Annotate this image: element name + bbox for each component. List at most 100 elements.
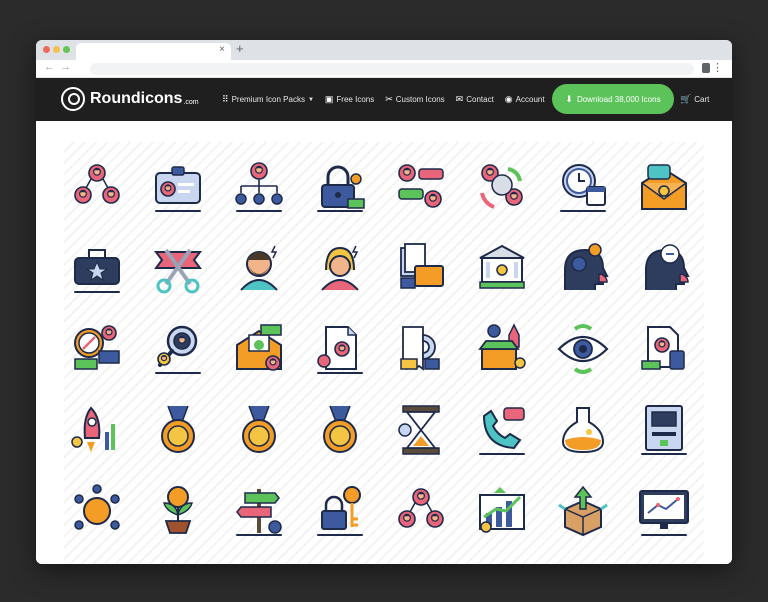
icon-artwork xyxy=(557,324,609,374)
head-gear-icon[interactable] xyxy=(555,240,611,296)
icon-artwork xyxy=(74,484,120,530)
nav-item-contact[interactable]: ✉ Contact xyxy=(456,94,494,105)
flask-icon[interactable] xyxy=(555,402,611,458)
minimize-window-button[interactable] xyxy=(53,46,60,53)
chevron-down-icon: ▼ xyxy=(307,96,314,103)
tab-close-icon[interactable]: × xyxy=(219,44,225,55)
signpost-icon[interactable] xyxy=(231,483,287,539)
icon-artwork xyxy=(321,245,359,291)
nav-label: Custom Icons xyxy=(395,95,445,104)
icon-artwork xyxy=(564,243,609,290)
icon-artwork xyxy=(323,405,357,453)
nav-item-custom-icons[interactable]: ✂ Custom Icons xyxy=(385,94,444,105)
id-card-icon[interactable] xyxy=(150,159,206,215)
page-content xyxy=(36,121,732,564)
documents-briefcase-icon[interactable] xyxy=(393,240,449,296)
document-location-icon[interactable] xyxy=(312,321,368,377)
download-icon: ⬇ xyxy=(565,93,573,104)
icon-artwork xyxy=(74,249,120,293)
user-circle-icon: ◉ xyxy=(504,94,513,104)
chat-people-icon[interactable] xyxy=(393,159,449,215)
growth-chart-icon[interactable] xyxy=(474,483,530,539)
icon-artwork xyxy=(641,405,687,455)
main-nav: ⠿ Premium Icon Packs ▼ ▣ Free Icons ✂ Custom I… xyxy=(222,78,556,121)
icon-artwork xyxy=(479,407,525,455)
envelope-letter-icon[interactable] xyxy=(636,159,692,215)
eye-recycle-icon[interactable] xyxy=(555,321,611,377)
icon-artwork xyxy=(480,164,523,209)
nav-label: Premium Icon Packs xyxy=(231,95,305,104)
padlock-coins-icon[interactable] xyxy=(312,159,368,215)
icon-artwork xyxy=(317,326,363,374)
icon-artwork xyxy=(235,162,283,212)
clock-calendar-icon[interactable] xyxy=(555,159,611,215)
lock-key-icon[interactable] xyxy=(312,483,368,539)
icon-artwork xyxy=(154,248,202,294)
receipt-magnet-icon[interactable] xyxy=(393,321,449,377)
monitor-graph-icon[interactable] xyxy=(636,483,692,539)
shop-rocket-icon[interactable] xyxy=(474,321,530,377)
browser-menu-icon[interactable]: ⋮ xyxy=(712,61,723,74)
document-calculator-icon[interactable] xyxy=(636,321,692,377)
atm-machine-icon[interactable] xyxy=(636,402,692,458)
nav-item-premium-icon-packs[interactable]: ⠿ Premium Icon Packs ▼ xyxy=(222,94,314,105)
icon-artwork xyxy=(74,325,120,370)
logo-mark-icon xyxy=(61,87,85,111)
forward-arrow-icon[interactable]: → xyxy=(60,61,71,73)
star-medal-icon[interactable] xyxy=(150,402,206,458)
phone-chat-icon[interactable] xyxy=(474,402,530,458)
icon-artwork xyxy=(479,244,525,289)
team-network-icon[interactable] xyxy=(69,159,125,215)
bank-building-icon[interactable] xyxy=(474,240,530,296)
icon-artwork xyxy=(398,405,440,455)
grid-icon: ⠿ xyxy=(222,94,229,104)
money-plant-icon[interactable] xyxy=(150,483,206,539)
icon-artwork xyxy=(240,245,278,291)
new-tab-icon[interactable]: + xyxy=(236,41,244,56)
icon-grid xyxy=(64,142,704,564)
icon-artwork xyxy=(74,164,120,204)
extension-icon[interactable] xyxy=(702,63,710,73)
close-window-button[interactable] xyxy=(43,46,50,53)
dollar-medal-icon[interactable] xyxy=(312,402,368,458)
tools-icon: ✂ xyxy=(385,94,393,104)
magnifier-person-icon[interactable] xyxy=(150,321,206,377)
nav-item-free-icons[interactable]: ▣ Free Icons xyxy=(325,94,374,105)
browser-tab[interactable]: × xyxy=(76,43,231,60)
number-one-medal-icon[interactable] xyxy=(231,402,287,458)
icon-artwork xyxy=(242,405,276,453)
hourglass-icon[interactable] xyxy=(393,402,449,458)
url-input[interactable] xyxy=(90,63,694,75)
back-arrow-icon[interactable]: ← xyxy=(44,61,55,73)
icon-artwork xyxy=(479,487,525,533)
nav-item-account[interactable]: ◉ Account xyxy=(505,94,545,105)
gift-icon: ▣ xyxy=(324,94,334,104)
compass-money-icon[interactable] xyxy=(69,321,125,377)
nav-label: Account xyxy=(515,95,545,104)
briefcase-star-icon[interactable] xyxy=(69,240,125,296)
bearded-man-icon[interactable] xyxy=(231,240,287,296)
icon-artwork xyxy=(400,326,440,371)
head-cloud-icon[interactable] xyxy=(636,240,692,296)
envelope-check-icon[interactable] xyxy=(231,321,287,377)
maximize-window-button[interactable] xyxy=(63,46,70,53)
org-chart-icon[interactable] xyxy=(231,159,287,215)
rocket-growth-icon[interactable] xyxy=(69,402,125,458)
woman-avatar-icon[interactable] xyxy=(312,240,368,296)
dollar-network-icon[interactable] xyxy=(69,483,125,539)
nav-label: Free Icons xyxy=(336,95,375,104)
open-box-icon[interactable] xyxy=(555,483,611,539)
people-circle-icon[interactable] xyxy=(393,483,449,539)
team-cycle-icon[interactable] xyxy=(474,159,530,215)
icon-artwork xyxy=(398,164,444,208)
browser-tabbar: × + xyxy=(36,40,732,60)
ribbon-scissors-icon[interactable] xyxy=(150,240,206,296)
icon-artwork xyxy=(317,486,363,536)
icon-artwork xyxy=(639,490,689,536)
site-logo[interactable]: Roundicons .com xyxy=(61,87,199,111)
cart-link[interactable]: 🛒 Cart xyxy=(680,78,709,121)
download-button[interactable]: ⬇ Download 38,000 Icons xyxy=(552,84,674,114)
icon-artwork xyxy=(71,406,115,452)
icon-artwork xyxy=(641,326,685,370)
logo-suffix: .com xyxy=(183,99,199,106)
